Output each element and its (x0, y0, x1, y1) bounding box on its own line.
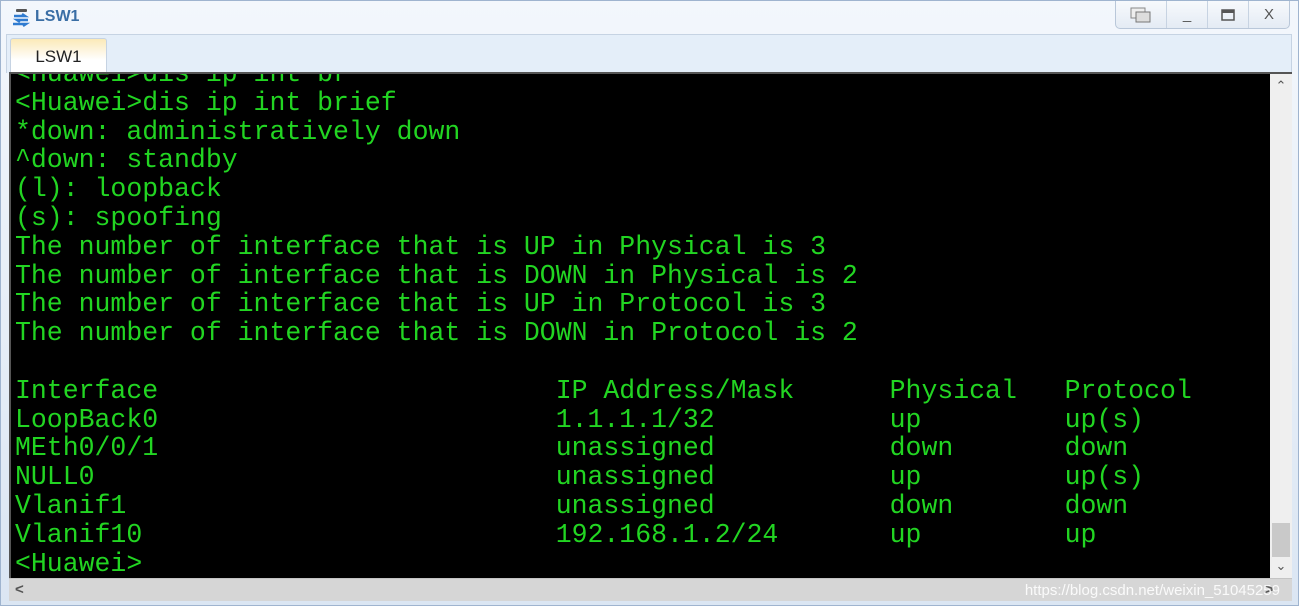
tab-bar: LSW1 (6, 34, 1292, 74)
close-icon: X (1263, 6, 1274, 23)
terminal-console[interactable]: <Huawei>dis ip int br <Huawei>dis ip int … (9, 72, 1272, 582)
watermark: https://blog.csdn.net/weixin_51045259 (1024, 582, 1280, 599)
terminal-line: *down: administratively down (15, 116, 461, 147)
restore-button[interactable] (1116, 1, 1166, 28)
vertical-scroll-thumb[interactable] (1272, 523, 1290, 557)
vertical-scrollbar[interactable]: ⌃ ⌄ (1270, 72, 1292, 580)
scroll-up-icon[interactable]: ⌃ (1270, 78, 1292, 94)
maximize-icon (1221, 8, 1235, 21)
terminal-line: The number of interface that is DOWN in … (15, 318, 858, 349)
window-title: LSW1 (35, 8, 80, 25)
terminal-line: The number of interface that is UP in Ph… (15, 231, 827, 262)
scroll-left-icon[interactable]: < (15, 581, 24, 598)
terminal-line: <Huawei> (15, 548, 143, 579)
scroll-down-icon[interactable]: ⌄ (1270, 558, 1292, 574)
restore-windows-icon (1130, 7, 1151, 22)
close-button[interactable]: X (1248, 1, 1289, 28)
terminal-line: <Huawei>dis ip int br (15, 72, 349, 89)
window-controls: _ X (1115, 1, 1290, 29)
terminal-line: Vlanif1 unassigned down down (15, 490, 1129, 521)
terminal-line: (s): spoofing (15, 202, 222, 233)
terminal-line: Vlanif10 192.168.1.2/24 up up (15, 519, 1097, 550)
maximize-button[interactable] (1207, 1, 1248, 28)
terminal-line: NULL0 unassigned up up(s) (15, 462, 1145, 493)
terminal-line: LoopBack0 1.1.1.1/32 up up(s) (15, 404, 1145, 435)
minimize-icon: _ (1182, 6, 1192, 23)
terminal-line: ^down: standby (15, 145, 238, 176)
terminal-window: LSW1 _ X LSW1 <Huawei>dis ip int br <Huaw… (0, 0, 1299, 606)
horizontal-scrollbar[interactable]: < > https://blog.csdn.net/weixin_5104525… (9, 578, 1292, 601)
terminal-line: <Huawei>dis ip int brief (15, 87, 397, 118)
title-bar[interactable]: LSW1 _ X (1, 1, 1298, 34)
terminal-line: The number of interface that is DOWN in … (15, 260, 858, 291)
terminal-line: Interface IP Address/Mask Physical Proto… (15, 375, 1192, 406)
terminal-line: The number of interface that is UP in Pr… (15, 289, 827, 320)
terminal-line: (l): loopback (15, 174, 222, 205)
terminal-line: MEth0/0/1 unassigned down down (15, 433, 1129, 464)
tab-lsw1[interactable]: LSW1 (10, 38, 107, 74)
minimize-button[interactable]: _ (1166, 1, 1207, 28)
terminal-output: <Huawei>dis ip int br <Huawei>dis ip int … (15, 72, 1192, 579)
switch-app-icon (12, 9, 31, 28)
